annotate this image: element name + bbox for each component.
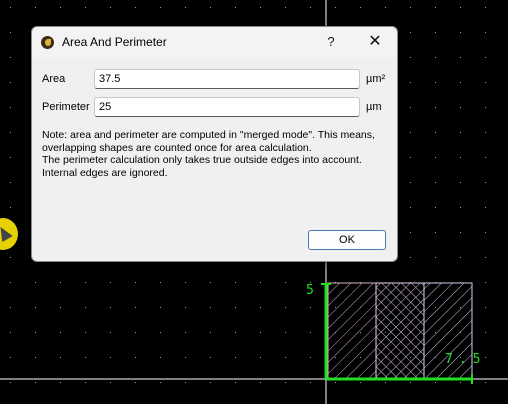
perimeter-label: Perimeter [42,101,90,113]
shape-middle[interactable] [375,282,425,379]
dialog-titlebar[interactable]: Area And Perimeter ? ✕ [32,27,397,58]
ok-button[interactable]: OK [308,230,386,250]
area-label: Area [42,73,66,85]
area-perimeter-dialog: Area And Perimeter ? ✕ Area 37.5 µm² Per… [31,26,398,262]
merged-mode-note: Note: area and perimeter are computed in… [42,129,375,179]
dialog-title: Area And Perimeter [62,35,167,49]
help-button[interactable]: ? [321,32,341,52]
area-unit: µm² [366,73,386,85]
close-button[interactable]: ✕ [364,32,386,52]
shape-left[interactable] [327,282,377,379]
perimeter-field[interactable]: 25 [94,97,360,117]
height-dimension-label: 5 [306,283,314,298]
width-dimension-label: 7.5 [445,352,487,367]
perimeter-unit: µm [366,101,382,113]
app-logo-icon [41,36,54,49]
area-field[interactable]: 37.5 [94,69,360,89]
